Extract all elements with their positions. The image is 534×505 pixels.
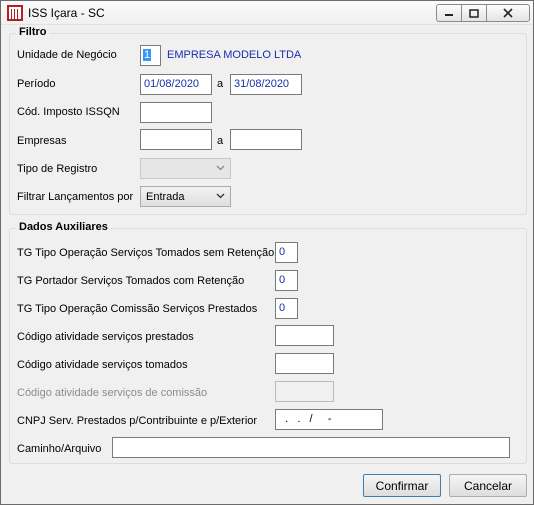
unidade-name: EMPRESA MODELO LTDA <box>167 49 302 61</box>
unidade-code-input[interactable]: 1 <box>140 45 161 66</box>
app-icon <box>7 5 23 21</box>
cnpj-input[interactable]: . . / - <box>275 409 383 430</box>
caminho-input[interactable] <box>112 437 510 458</box>
caminho-label: Caminho/Arquivo <box>17 443 102 455</box>
tg-portador-label: TG Portador Serviços Tomados com Retençã… <box>17 275 245 287</box>
cancelar-label: Cancelar <box>463 478 513 493</box>
cod-tomados-label: Código atividade serviços tomados <box>17 359 188 371</box>
cod-prestados-input[interactable] <box>275 325 334 346</box>
minimize-button[interactable] <box>436 4 462 22</box>
filtro-legend: Filtro <box>16 26 50 38</box>
periodo-start-input[interactable]: 01/08/2020 <box>140 74 212 95</box>
periodo-label: Período <box>17 78 56 90</box>
auxiliares-group: Dados Auxiliares <box>9 221 527 464</box>
tg-portador-input[interactable]: 0 <box>275 270 298 291</box>
periodo-end-input[interactable]: 31/08/2020 <box>230 74 302 95</box>
tg-tipo-tomados-input[interactable]: 0 <box>275 242 298 263</box>
tipo-registro-select[interactable] <box>140 158 231 179</box>
dialog-window: ISS Içara - SC Filtro Unidade de Negócio… <box>0 0 534 505</box>
unidade-label: Unidade de Negócio <box>17 49 117 61</box>
empresas-separator: a <box>217 135 224 147</box>
cod-prestados-label: Código atividade serviços prestados <box>17 331 194 343</box>
chevron-down-icon <box>216 193 225 199</box>
cnpj-label: CNPJ Serv. Prestados p/Contribuinte e p/… <box>17 415 258 427</box>
close-icon <box>503 8 513 18</box>
maximize-button[interactable] <box>461 4 487 22</box>
cod-imposto-input[interactable] <box>140 102 212 123</box>
tg-comissao-label: TG Tipo Operação Comissão Serviços Prest… <box>17 303 258 315</box>
empresas-start-input[interactable] <box>140 129 212 150</box>
filtrar-label: Filtrar Lançamentos por <box>17 191 134 203</box>
minimize-icon <box>445 14 453 16</box>
maximize-icon <box>469 8 479 18</box>
auxiliares-legend: Dados Auxiliares <box>16 221 111 233</box>
tg-tipo-tomados-label: TG Tipo Operação Serviços Tomados sem Re… <box>17 247 275 259</box>
cod-tomados-input[interactable] <box>275 353 334 374</box>
confirmar-label: Confirmar <box>375 478 429 493</box>
tg-comissao-input[interactable]: 0 <box>275 298 298 319</box>
empresas-end-input[interactable] <box>230 129 302 150</box>
cancelar-button[interactable]: Cancelar <box>449 474 527 497</box>
chevron-down-icon <box>216 165 225 171</box>
filtrar-select[interactable]: Entrada <box>140 186 231 207</box>
cod-imposto-label: Cód. Imposto ISSQN <box>17 106 120 118</box>
title-bar[interactable]: ISS Içara - SC <box>1 1 533 25</box>
tipo-registro-label: Tipo de Registro <box>17 163 98 175</box>
empresas-label: Empresas <box>17 135 67 147</box>
close-button[interactable] <box>486 4 530 22</box>
cod-comissao-label: Código atividade serviços de comissão <box>17 387 208 399</box>
cod-comissao-input <box>275 381 334 402</box>
window-title: ISS Içara - SC <box>28 6 105 20</box>
periodo-separator: a <box>217 78 224 90</box>
confirmar-button[interactable]: Confirmar <box>363 474 441 497</box>
